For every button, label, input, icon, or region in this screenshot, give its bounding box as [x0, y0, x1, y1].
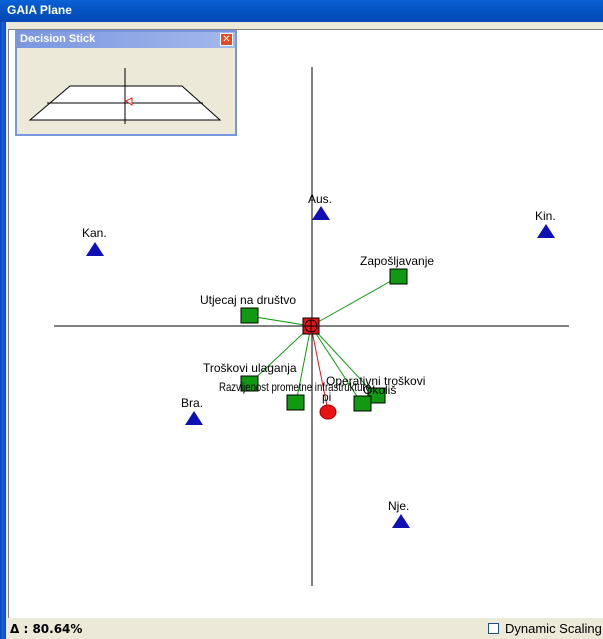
alternative-marker-bra[interactable] — [185, 411, 203, 425]
alternative-marker-nje[interactable] — [392, 514, 410, 528]
dynamic-scaling-checkbox[interactable] — [488, 623, 499, 634]
status-bar: Δ : 80.64% Dynamic Scaling — [6, 618, 603, 639]
window-title: GAIA Plane — [7, 3, 72, 17]
delta-readout: Δ : 80.64% — [10, 622, 83, 636]
alternative-label-kin: Kin. — [535, 209, 556, 223]
window-titlebar[interactable]: GAIA Plane — [0, 0, 603, 22]
criterion-marker-operativni[interactable] — [353, 395, 372, 412]
alternative-label-aus: Aus. — [308, 192, 332, 206]
dynamic-scaling-label[interactable]: Dynamic Scaling — [505, 621, 602, 636]
alternative-marker-kan[interactable] — [86, 242, 104, 256]
alternative-marker-kin[interactable] — [537, 224, 555, 238]
criterion-marker-utjecaj[interactable] — [240, 307, 259, 324]
decision-stick-titlebar[interactable]: Decision Stick ✕ — [17, 32, 235, 48]
decision-stick-canvas — [28, 68, 222, 124]
alternative-label-nje: Nje. — [388, 499, 409, 513]
criterion-label-troskovi-ulaganja: Troškovi ulaganja — [203, 361, 297, 375]
decision-stick-title: Decision Stick — [20, 33, 96, 45]
close-icon[interactable]: ✕ — [220, 33, 233, 46]
criterion-line-zaposljavanje — [310, 276, 399, 327]
decision-axis-pi-marker[interactable] — [319, 404, 337, 420]
alternative-label-kan: Kan. — [82, 226, 107, 240]
decision-stick-window[interactable]: Decision Stick ✕ — [15, 30, 237, 136]
alternative-marker-aus[interactable] — [312, 206, 330, 220]
decision-axis-pi-label: pi — [322, 390, 331, 404]
gaia-plane-window: GAIA Plane Aus. Kin. Kan. Bra. Nje. Zapo… — [0, 0, 603, 639]
criterion-marker-zaposljavanje[interactable] — [389, 268, 408, 285]
window-frame — [0, 22, 6, 639]
criterion-label-zaposljavanje: Zapošljavanje — [360, 254, 434, 268]
criterion-marker-razvijenost[interactable] — [286, 394, 305, 411]
criterion-label-operativni: Operativni troškovi — [326, 374, 425, 388]
criterion-label-utjecaj: Utjecaj na društvo — [200, 293, 296, 307]
alternative-label-bra: Bra. — [181, 396, 203, 410]
